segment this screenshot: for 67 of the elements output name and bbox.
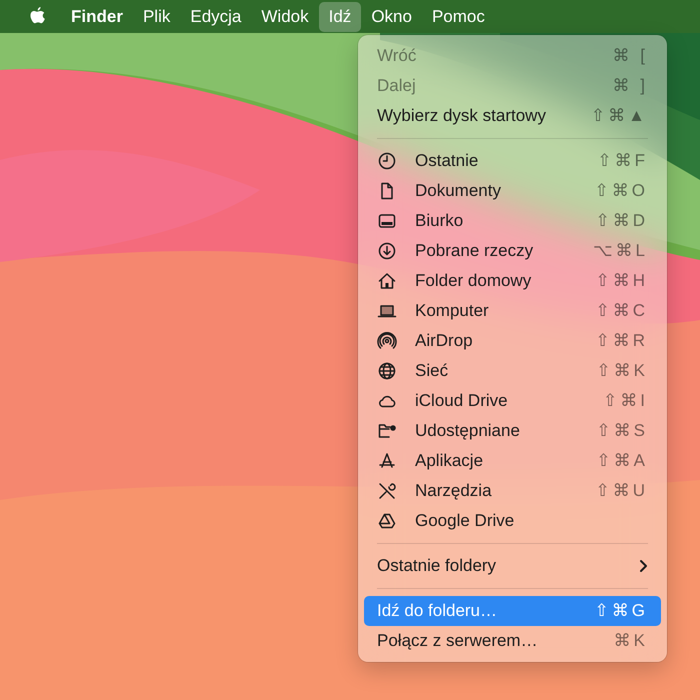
- menu-item-label: Biurko: [415, 211, 464, 231]
- keyboard-shortcut: ⌥⌘L: [592, 241, 648, 261]
- menu-bar-item[interactable]: Widok: [251, 2, 319, 32]
- menu-item-label: Połącz z serwerem…: [377, 631, 539, 651]
- menu-item[interactable]: Ostatnie ⇧⌘F: [364, 146, 661, 176]
- menu-item-label: Ostatnie foldery: [377, 556, 498, 576]
- keyboard-shortcut: ⇧⌘I: [603, 391, 648, 411]
- keyboard-shortcut: ⇧⌘K: [596, 361, 648, 381]
- menu-item-label: Udostępniane: [415, 421, 521, 441]
- menu-bar-item[interactable]: Pomoc: [422, 2, 495, 32]
- keyboard-shortcut: ⇧⌘O: [594, 181, 648, 201]
- menu-item-label: Wybierz dysk startowy: [377, 106, 547, 126]
- drive-icon: [377, 511, 397, 531]
- keyboard-shortcut: ⇧⌘F: [597, 151, 648, 171]
- keyboard-shortcut: ⇧⌘▲: [590, 106, 648, 126]
- menu-item-label: Google Drive: [415, 511, 516, 531]
- menu-item-label: Ostatnie: [415, 151, 480, 171]
- menu-item-label: Sieć: [415, 361, 450, 381]
- menu-bar-item[interactable]: Edycja: [180, 2, 252, 32]
- menu-item[interactable]: iCloud Drive ⇧⌘I: [364, 386, 661, 416]
- menu-item-label: iCloud Drive: [415, 391, 509, 411]
- menu-bar-item[interactable]: Okno: [361, 2, 422, 32]
- keyboard-shortcut: ⇧⌘C: [595, 301, 648, 321]
- menu-item[interactable]: Sieć ⇧⌘K: [364, 356, 661, 386]
- menu-item[interactable]: Aplikacje ⇧⌘A: [364, 446, 661, 476]
- menu-item[interactable]: Idź do folderu… ⇧⌘G: [364, 596, 661, 626]
- menu-bar-item[interactable]: Idź: [318, 2, 362, 32]
- menu-item-label: Narzędzia: [415, 481, 493, 501]
- menu-item[interactable]: AirDrop ⇧⌘R: [364, 326, 661, 356]
- keyboard-shortcut: ⌘ [: [612, 46, 648, 66]
- menu-item[interactable]: Pobrane rzeczy ⌥⌘L: [364, 236, 661, 266]
- menu-item[interactable]: Udostępniane ⇧⌘S: [364, 416, 661, 446]
- menu-item[interactable]: Biurko ⇧⌘D: [364, 206, 661, 236]
- menu-item-label: Dalej: [377, 76, 417, 96]
- menu-item-label: Pobrane rzeczy: [415, 241, 534, 261]
- menu-item-label: Komputer: [415, 301, 490, 321]
- menu-item[interactable]: Połącz z serwerem… ⌘K: [364, 626, 661, 656]
- menu-item[interactable]: Google Drive: [364, 506, 661, 536]
- menu-bar-item[interactable]: Plik: [132, 2, 180, 32]
- keyboard-shortcut: ⇧⌘A: [596, 451, 648, 471]
- menu-item-label: Wróć: [377, 46, 418, 66]
- keyboard-shortcut: ⇧⌘H: [595, 271, 648, 291]
- download-icon: [377, 241, 397, 261]
- house-icon: [377, 271, 397, 291]
- menu-item-label: AirDrop: [415, 331, 474, 351]
- keyboard-shortcut: ⌘K: [614, 631, 648, 651]
- menu-bar-item[interactable]: Finder: [61, 2, 133, 32]
- menu-item[interactable]: Ostatnie foldery: [364, 551, 661, 581]
- keyboard-shortcut: ⇧⌘G: [594, 601, 648, 621]
- menu-item[interactable]: Folder domowy ⇧⌘H: [364, 266, 661, 296]
- keyboard-shortcut: ⇧⌘U: [595, 481, 648, 501]
- menu-item[interactable]: Komputer ⇧⌘C: [364, 296, 661, 326]
- menu-item[interactable]: Narzędzia ⇧⌘U: [364, 476, 661, 506]
- clock-icon: [377, 151, 397, 171]
- menu-item-label: Dokumenty: [415, 181, 502, 201]
- keyboard-shortcut: ⇧⌘S: [596, 421, 648, 441]
- menu-item-label: Folder domowy: [415, 271, 532, 291]
- menu-item[interactable]: Dokumenty ⇧⌘O: [364, 176, 661, 206]
- menu-item-label: Aplikacje: [415, 451, 484, 471]
- keyboard-shortcut: ⇧⌘R: [595, 331, 648, 351]
- keyboard-shortcut: ⌘ ]: [612, 76, 648, 96]
- menu-item[interactable]: Wybierz dysk startowy ⇧⌘▲: [364, 101, 661, 131]
- airdrop-icon: [377, 331, 397, 351]
- keyboard-shortcut: ⇧⌘D: [595, 211, 648, 231]
- chevron-right-icon: [638, 559, 648, 573]
- menu-item-label: Idź do folderu…: [377, 601, 498, 621]
- globe-icon: [377, 361, 397, 381]
